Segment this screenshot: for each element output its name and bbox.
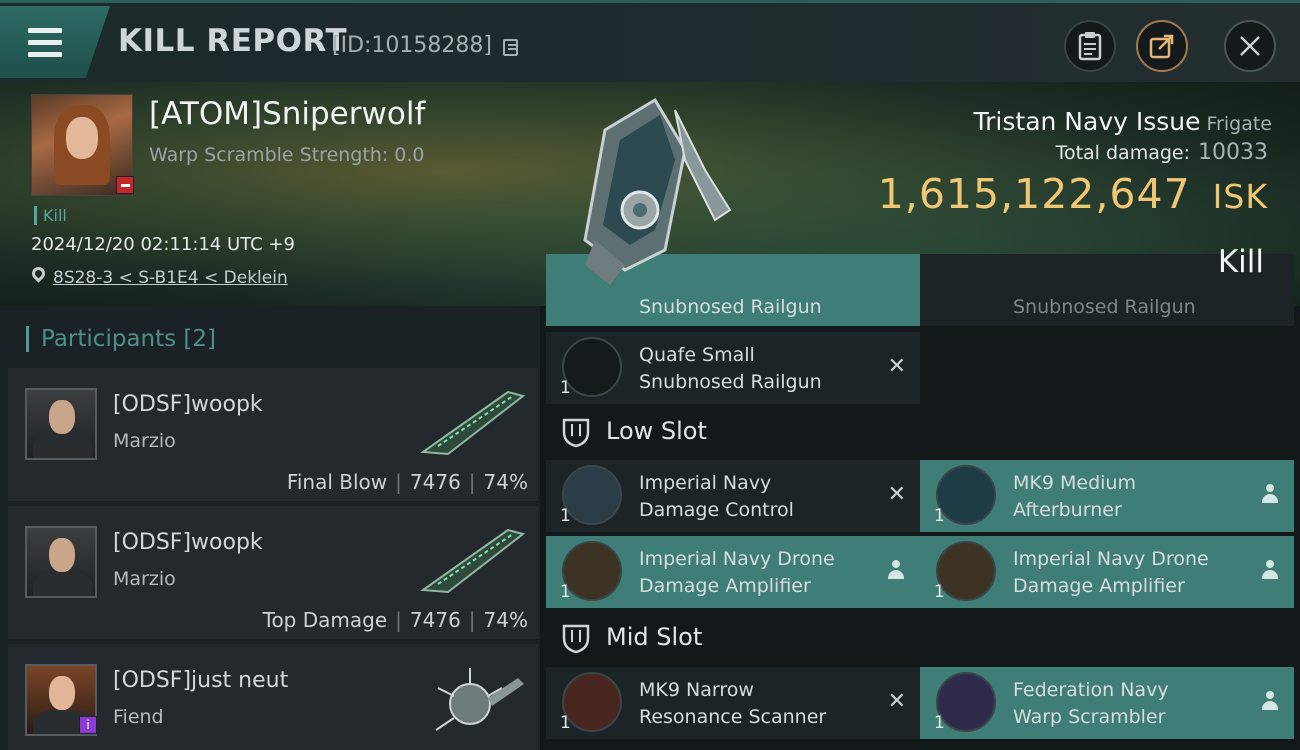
participant-ship: Fiend [113, 706, 164, 728]
participant-row[interactable]: [ODSF]woopk Marzio Final Blow | 7476 | 74% [8, 368, 538, 502]
mid-slot-header: Mid Slot [560, 622, 702, 654]
hamburger-icon [28, 28, 62, 64]
victim-ship-image [583, 97, 732, 285]
participant-name: [ODSF]just neut [113, 668, 289, 693]
top-bar: KILL REPORT [ID:10158288] [0, 0, 1300, 82]
avatar [25, 388, 97, 460]
close-button[interactable] [1224, 20, 1276, 72]
module-item[interactable]: 1 Federation Navy Warp Scrambler [920, 667, 1294, 739]
copy-icon[interactable] [503, 39, 518, 56]
module-item[interactable]: 1 Imperial Navy Drone Damage Amplifier [546, 536, 920, 608]
pin-icon [29, 264, 48, 283]
warp-scramble-strength: Warp Scramble Strength: 0.0 [149, 144, 425, 166]
victim-ship-name[interactable]: Tristan Navy Issue Frigate [974, 107, 1272, 136]
low-slot-header: Low Slot [560, 416, 707, 448]
avatar [25, 526, 97, 598]
victim-name[interactable]: [ATOM]Sniperwolf [149, 96, 425, 132]
person-icon [1262, 484, 1278, 504]
participant-ship: Marzio [113, 568, 176, 590]
report-id: [ID:10158288] [332, 33, 492, 58]
participants-header: Participants [2] [26, 326, 216, 352]
module-item[interactable]: 1 Imperial Navy Damage Control ✕ [546, 460, 920, 532]
x-icon: ✕ [887, 354, 906, 379]
participant-row[interactable]: [ODSF]woopk Marzio Top Damage | 7476 | 74% [8, 506, 538, 640]
drone-amplifier-icon [562, 541, 622, 601]
result-label: Kill [1217, 244, 1264, 280]
kill-datetime: 2024/12/20 02:11:14 UTC +9 [31, 234, 295, 255]
kill-location-link[interactable]: 8S28-3 < S-B1E4 < Deklein [53, 268, 288, 288]
module-item[interactable]: 1 Quafe Small Snubnosed Railgun ✕ [546, 332, 920, 404]
participant-ship-image [420, 528, 526, 594]
participant-stats: Top Damage | 7476 | 74% [262, 608, 528, 632]
person-icon [1262, 560, 1278, 580]
menu-button[interactable] [0, 6, 110, 78]
participant-ship-image [435, 668, 524, 731]
share-icon [1149, 34, 1174, 59]
x-icon: ✕ [887, 689, 906, 714]
person-icon [888, 560, 904, 580]
drone-amplifier-icon [936, 541, 996, 601]
modules-panel: Snubnosed Railgun Snubnosed Railgun 1 Qu… [540, 254, 1300, 750]
isk-value: 1,615,122,647 ISK [877, 170, 1268, 218]
afterburner-icon [936, 465, 996, 525]
share-button[interactable] [1136, 20, 1188, 72]
damage-control-icon [562, 465, 622, 525]
shield-icon [562, 418, 590, 448]
standing-badge [116, 176, 134, 194]
clipboard-button[interactable] [1064, 20, 1116, 72]
participant-row[interactable]: i [ODSF]just neut Fiend [8, 644, 538, 750]
shield-icon [562, 624, 590, 654]
railgun-icon [562, 337, 622, 397]
clipboard-icon [1078, 32, 1102, 61]
info-badge: i [79, 716, 97, 734]
x-icon: ✕ [887, 482, 906, 507]
scanner-icon [562, 672, 622, 732]
person-icon [1262, 691, 1278, 711]
close-icon [1240, 36, 1260, 56]
warp-scrambler-icon [936, 672, 996, 732]
total-damage: Total damage: 10033 [1055, 140, 1268, 165]
kill-tag: Kill [34, 206, 67, 225]
participant-name: [ODSF]woopk [113, 530, 263, 555]
module-item[interactable]: 1 MK9 Medium Afterburner [920, 460, 1294, 532]
participant-name: [ODSF]woopk [113, 392, 263, 417]
module-item[interactable]: 1 Imperial Navy Drone Damage Amplifier [920, 536, 1294, 608]
participants-panel: Participants [2] [ODSF]woopk Marzio Fina… [0, 306, 540, 750]
participant-ship-image [420, 390, 526, 456]
ship-class: Frigate [1206, 113, 1272, 135]
participant-stats: Final Blow | 7476 | 74% [286, 470, 528, 494]
module-item[interactable]: 1 MK9 Narrow Resonance Scanner ✕ [546, 667, 920, 739]
page-title: KILL REPORT [118, 23, 348, 59]
participant-ship: Marzio [113, 430, 176, 452]
